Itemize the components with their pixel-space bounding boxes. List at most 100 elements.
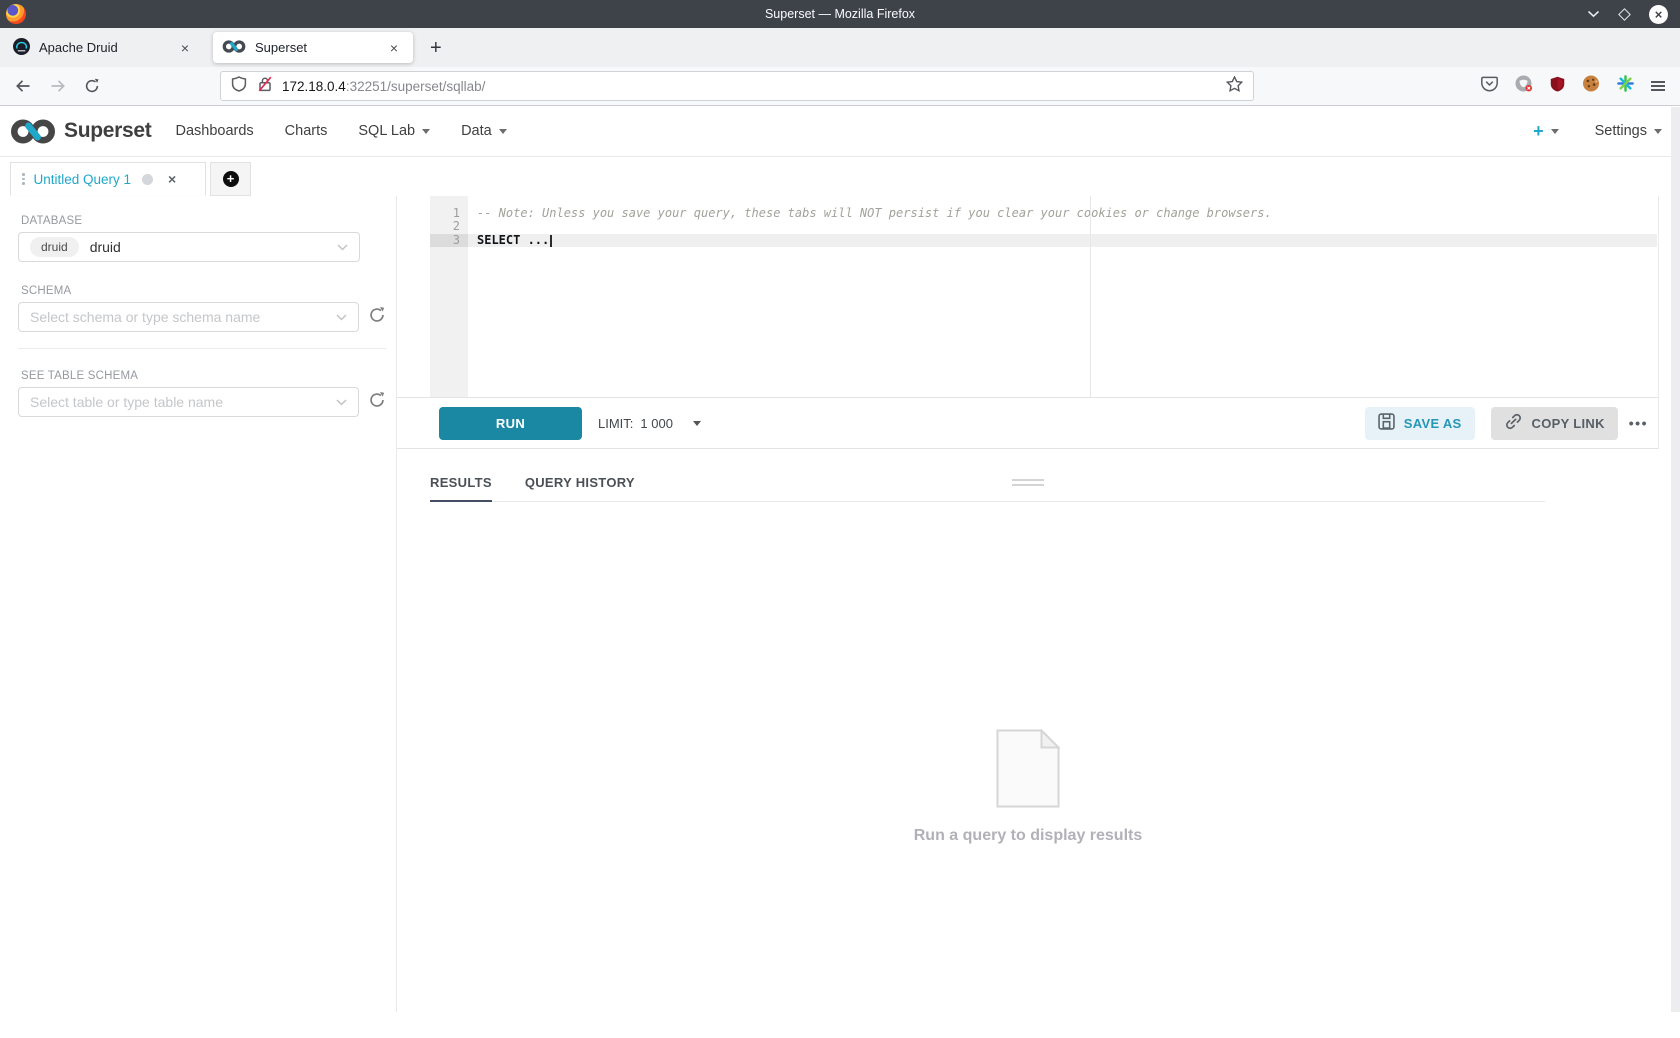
- window-maximize-button[interactable]: [1618, 8, 1631, 21]
- caret-down-icon: [1654, 129, 1662, 134]
- mask-extension-icon[interactable]: [1515, 75, 1533, 97]
- back-button[interactable]: [8, 78, 38, 94]
- new-query-tab-button[interactable]: +: [210, 162, 251, 196]
- database-label: DATABASE: [21, 215, 386, 227]
- bookmark-star-icon[interactable]: [1226, 76, 1243, 97]
- window-close-button[interactable]: ×: [1649, 5, 1668, 24]
- limit-value: 1 000: [640, 416, 673, 431]
- save-as-button[interactable]: SAVE AS: [1365, 407, 1475, 440]
- browser-tab-label: Apache Druid: [39, 40, 175, 55]
- firefox-icon: [6, 4, 26, 24]
- url-host: 172.18.0.4: [282, 79, 346, 94]
- plus-circle-icon: +: [223, 171, 239, 187]
- results-tab-bar: RESULTS QUERY HISTORY: [430, 475, 1545, 502]
- pocket-icon[interactable]: [1481, 76, 1498, 97]
- file-icon: [996, 729, 1060, 813]
- insecure-lock-icon[interactable]: [258, 76, 272, 97]
- new-shortcut-menu[interactable]: +: [1533, 121, 1559, 142]
- copy-link-button[interactable]: COPY LINK: [1491, 407, 1618, 440]
- close-icon[interactable]: ×: [175, 40, 195, 56]
- chevron-down-icon: [337, 244, 348, 251]
- sql-editor[interactable]: 1 2 3 -- Note: Unless you save your quer…: [397, 196, 1659, 398]
- url-path: :32251/superset/sqllab/: [346, 79, 486, 94]
- tracking-shield-icon[interactable]: [231, 76, 247, 97]
- browser-tab-apache-druid[interactable]: Apache Druid ×: [4, 32, 204, 63]
- editor-pane: 1 2 3 -- Note: Unless you save your quer…: [397, 196, 1659, 1012]
- drag-handle-icon[interactable]: [22, 171, 25, 187]
- window-minimize-button[interactable]: [1587, 5, 1600, 23]
- code-line: SELECT ...: [468, 234, 1657, 247]
- ublock-extension-icon[interactable]: [1550, 76, 1565, 97]
- druid-favicon-icon: [13, 38, 30, 58]
- window-titlebar: Superset — Mozilla Firefox ×: [0, 0, 1680, 28]
- code-line: -- Note: Unless you save your query, the…: [477, 207, 1657, 220]
- limit-dropdown[interactable]: LIMIT: 1 000: [598, 416, 701, 431]
- app-navbar: Superset Dashboards Charts SQL Lab Data …: [0, 106, 1680, 157]
- nav-item-charts[interactable]: Charts: [285, 123, 328, 139]
- query-tab-label: Untitled Query 1: [34, 172, 132, 187]
- editor-code-area: -- Note: Unless you save your query, the…: [468, 196, 1657, 397]
- table-placeholder: Select table or type table name: [30, 394, 223, 410]
- close-icon[interactable]: ×: [168, 171, 176, 187]
- chevron-down-icon: [336, 399, 347, 406]
- brand-name: Superset: [64, 119, 151, 143]
- database-type-pill: druid: [30, 237, 79, 257]
- table-schema-label: SEE TABLE SCHEMA: [21, 370, 386, 382]
- sql-keyword: SELECT: [477, 233, 520, 247]
- refresh-schemas-button[interactable]: [368, 306, 386, 329]
- schema-placeholder: Select schema or type schema name: [30, 309, 260, 325]
- database-value: druid: [90, 239, 121, 255]
- more-options-button[interactable]: •••: [1629, 415, 1648, 431]
- caret-down-icon: [499, 129, 507, 134]
- superset-logo[interactable]: Superset: [10, 118, 151, 145]
- caret-down-icon: [693, 421, 701, 426]
- unsaved-indicator-dot: [142, 174, 153, 185]
- forward-button[interactable]: [43, 78, 73, 94]
- page-scrollbar[interactable]: [1671, 107, 1680, 1012]
- tab-query-history[interactable]: QUERY HISTORY: [525, 475, 635, 502]
- browser-tab-label: Superset: [255, 40, 384, 55]
- settings-menu[interactable]: Settings: [1595, 123, 1662, 139]
- superset-favicon-icon: [222, 39, 246, 57]
- save-icon: [1378, 413, 1395, 433]
- link-icon: [1504, 413, 1523, 433]
- url-field[interactable]: 172.18.0.4:32251/superset/sqllab/: [220, 71, 1254, 101]
- table-select[interactable]: Select table or type table name: [18, 387, 359, 417]
- new-browser-tab-button[interactable]: +: [422, 38, 450, 58]
- browser-tab-superset[interactable]: Superset ×: [213, 32, 413, 63]
- limit-label: LIMIT:: [598, 416, 633, 431]
- database-select[interactable]: druid druid: [18, 232, 360, 262]
- sqllab-sidebar: DATABASE druid druid SCHEMA Select schem…: [0, 196, 397, 1012]
- caret-down-icon: [422, 129, 430, 134]
- refresh-tables-button[interactable]: [368, 391, 386, 414]
- run-button[interactable]: RUN: [439, 407, 582, 440]
- menu-button[interactable]: [1651, 78, 1665, 94]
- nav-item-sql-lab[interactable]: SQL Lab: [358, 123, 430, 139]
- pane-resize-handle[interactable]: [1012, 479, 1044, 489]
- query-tab-untitled-query-1[interactable]: Untitled Query 1 ×: [10, 162, 206, 196]
- nav-item-dashboards[interactable]: Dashboards: [175, 123, 253, 139]
- results-empty-state: Run a query to display results: [397, 729, 1659, 845]
- print-margin-ruler: [1090, 196, 1091, 397]
- code-line: [477, 220, 1657, 233]
- nav-item-data[interactable]: Data: [461, 123, 507, 139]
- text-cursor: [550, 235, 552, 247]
- cookie-extension-icon[interactable]: [1582, 75, 1600, 97]
- empty-state-text: Run a query to display results: [914, 827, 1143, 845]
- browser-toolbar: 172.18.0.4:32251/superset/sqllab/: [0, 67, 1680, 106]
- asterisk-extension-icon[interactable]: [1617, 75, 1634, 97]
- schema-label: SCHEMA: [21, 285, 386, 297]
- window-title: Superset — Mozilla Firefox: [0, 7, 1680, 21]
- schema-select[interactable]: Select schema or type schema name: [18, 302, 359, 332]
- reload-button[interactable]: [77, 78, 107, 94]
- url-text: 172.18.0.4:32251/superset/sqllab/: [282, 79, 485, 94]
- close-icon[interactable]: ×: [384, 40, 404, 56]
- tab-results[interactable]: RESULTS: [430, 475, 492, 502]
- sidebar-divider: [18, 348, 386, 349]
- line-number: 3: [430, 234, 468, 247]
- screen: Superset — Mozilla Firefox × Apache Drui…: [0, 0, 1680, 1012]
- results-pane: RESULTS QUERY HISTORY Run a query to dis…: [397, 475, 1659, 1038]
- line-number: 2: [430, 220, 468, 233]
- editor-gutter: 1 2 3: [430, 196, 468, 397]
- query-tab-bar: Untitled Query 1 × +: [0, 157, 1680, 196]
